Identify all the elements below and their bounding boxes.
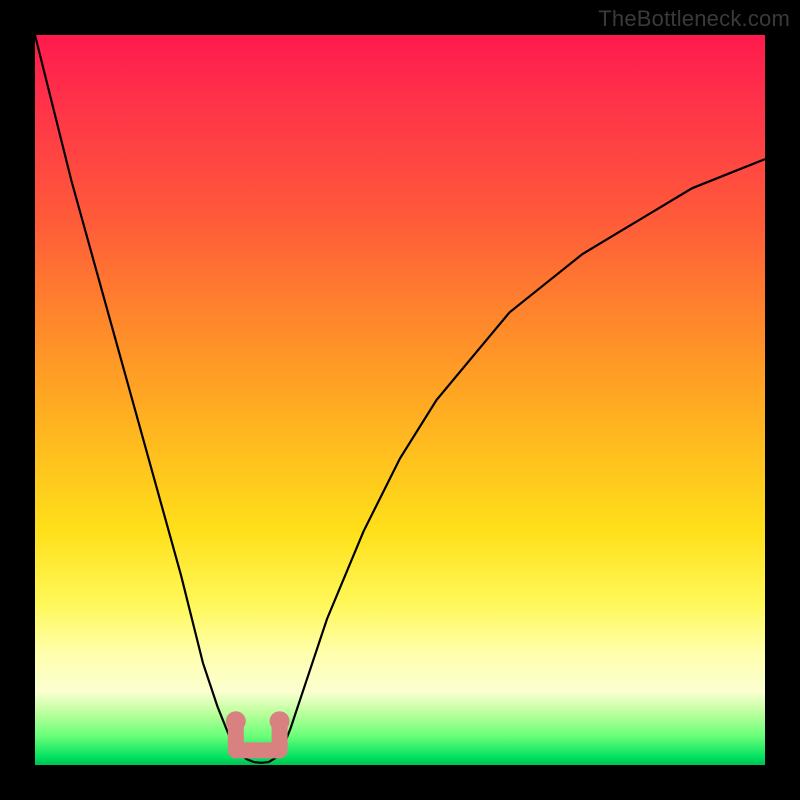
chart-svg [35, 35, 765, 765]
plot-area [35, 35, 765, 765]
valley-marker [226, 711, 290, 750]
chart-frame: TheBottleneck.com [0, 0, 800, 800]
valley-dot-left [226, 711, 246, 731]
curve-line [35, 35, 765, 763]
watermark-text: TheBottleneck.com [598, 6, 790, 32]
bottleneck-curve [35, 35, 765, 763]
valley-dot-right [270, 711, 290, 731]
